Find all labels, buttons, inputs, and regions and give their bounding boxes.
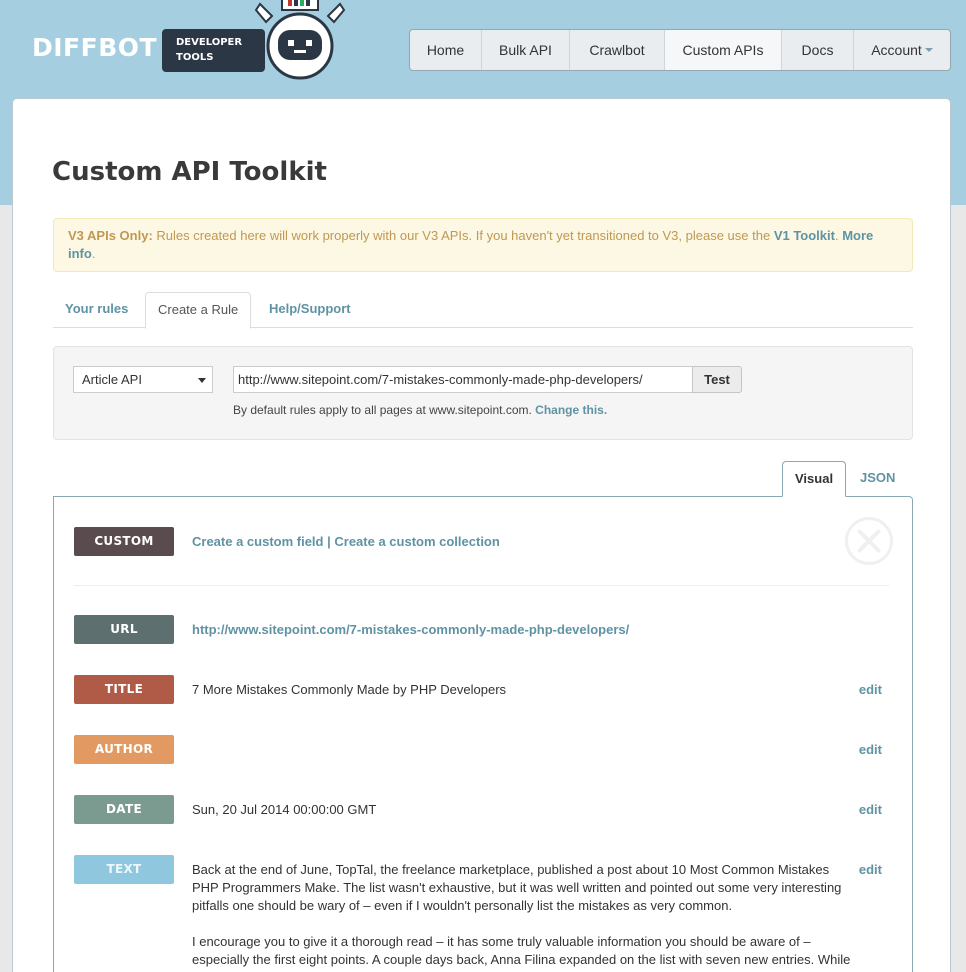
create-custom-field-link[interactable]: Create a custom field [192,534,324,549]
date-value: Sun, 20 Jul 2014 00:00:00 GMT [192,802,377,817]
test-button[interactable]: Test [692,366,742,393]
scope-text: By default rules apply to all pages at w… [233,403,532,417]
url-value-link[interactable]: http://www.sitepoint.com/7-mistakes-comm… [192,622,629,637]
notice-bold: V3 APIs Only: [68,228,153,243]
nav-account-label: Account [871,42,922,58]
tab-help-support[interactable]: Help/Support [257,292,363,328]
developer-tools-badge[interactable]: DEVELOPER TOOLS [162,29,265,72]
main-panel: Custom API Toolkit V3 APIs Only: Rules c… [12,98,951,972]
custom-links: Create a custom field | Create a custom … [192,534,500,549]
api-type-value: Article API [82,372,142,387]
main-nav: Home Bulk API Crawlbot Custom APIs Docs … [409,29,951,71]
url-badge: URL [74,615,174,644]
robot-mascot-icon [254,0,346,80]
change-scope-link[interactable]: Change this. [535,403,607,417]
text-value: Back at the end of June, TopTal, the fre… [192,861,852,972]
rule-form: Article API http://www.sitepoint.com/7-m… [53,346,913,440]
text-paragraph-1: Back at the end of June, TopTal, the fre… [192,862,842,913]
date-badge: DATE [74,795,174,824]
tab-json[interactable]: JSON [848,461,907,496]
url-input[interactable]: http://www.sitepoint.com/7-mistakes-comm… [233,366,693,393]
nav-crawlbot[interactable]: Crawlbot [570,30,665,70]
view-tabs: Visual JSON [53,461,913,497]
author-edit-link[interactable]: edit [859,742,882,757]
text-paragraph-2: I encourage you to give it a thorough re… [192,934,851,972]
title-value: 7 More Mistakes Commonly Made by PHP Dev… [192,682,507,697]
author-badge: AUTHOR [74,735,174,764]
nav-home[interactable]: Home [410,30,482,70]
create-custom-collection-link[interactable]: Create a custom collection [334,534,499,549]
custom-sep: | [323,534,335,549]
page-title: Custom API Toolkit [52,157,327,187]
api-type-select[interactable]: Article API [73,366,213,393]
tab-your-rules[interactable]: Your rules [53,292,140,328]
notice-end: . [91,246,96,261]
chevron-down-icon [924,48,933,52]
nav-account[interactable]: Account [854,30,950,70]
visual-editor: CUSTOM Create a custom field | Create a … [53,496,913,972]
text-edit-link[interactable]: edit [859,862,882,877]
scope-note: By default rules apply to all pages at w… [233,403,607,417]
tab-create-rule[interactable]: Create a Rule [145,292,252,329]
notice-text: Rules created here will work properly wi… [152,228,774,243]
nav-custom-apis[interactable]: Custom APIs [665,30,782,70]
select-arrow-icon [198,378,206,383]
v1-toolkit-link[interactable]: V1 Toolkit [774,228,835,243]
title-badge: TITLE [74,675,174,704]
v3-notice: V3 APIs Only: Rules created here will wo… [53,218,913,272]
title-edit-link[interactable]: edit [859,682,882,697]
close-icon[interactable] [845,517,893,565]
rule-tabs: Your rules Create a Rule Help/Support [53,292,913,329]
text-badge: TEXT [74,855,174,884]
nav-bulk-api[interactable]: Bulk API [482,30,570,70]
custom-badge: CUSTOM [74,527,174,556]
diffbot-logo[interactable]: DIFFBOT [32,33,157,62]
nav-docs[interactable]: Docs [782,30,854,70]
tab-visual[interactable]: Visual [782,461,847,497]
date-edit-link[interactable]: edit [859,802,882,817]
divider [74,585,889,586]
